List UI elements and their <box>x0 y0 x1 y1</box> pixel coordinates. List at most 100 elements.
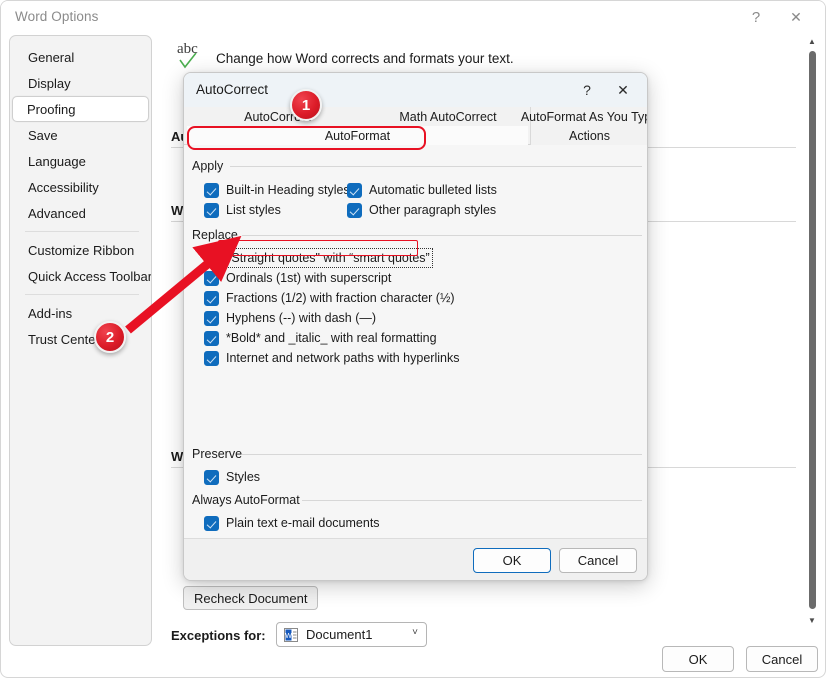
tab-actions[interactable]: Actions <box>530 126 648 145</box>
annotation-badge-2: 2 <box>94 321 126 353</box>
abc-icon-label: abc <box>177 41 198 58</box>
checkbox-icon[interactable] <box>204 251 219 266</box>
word-options-title: Word Options <box>15 9 99 24</box>
checkbox-internet-paths[interactable]: Internet and network paths with hyperlin… <box>204 349 459 367</box>
sidebar-item-language[interactable]: Language <box>13 148 148 174</box>
checkbox-icon[interactable] <box>347 203 362 218</box>
tab-autoformat-as-you-type[interactable]: AutoFormat As You Type <box>530 107 648 126</box>
checkbox-other-paragraph-styles[interactable]: Other paragraph styles <box>347 201 496 219</box>
help-icon[interactable]: ? <box>575 79 599 101</box>
sidebar-divider <box>25 294 139 295</box>
group-replace-header: Replace <box>192 228 642 242</box>
exceptions-for-dropdown[interactable]: W Document1 ˅ <box>276 622 427 647</box>
group-rule <box>242 454 642 455</box>
group-always-autoformat-label: Always AutoFormat <box>192 493 306 507</box>
sidebar-item-customize-ribbon[interactable]: Customize Ribbon <box>13 237 148 263</box>
group-apply-label: Apply <box>192 159 229 173</box>
sidebar-item-label: General <box>28 50 74 65</box>
scroll-up-icon[interactable]: ▲ <box>805 35 819 48</box>
chevron-down-icon[interactable]: ˅ <box>412 627 418 638</box>
checkbox-icon[interactable] <box>347 183 362 198</box>
group-rule <box>302 500 642 501</box>
checkbox-ordinals[interactable]: Ordinals (1st) with superscript <box>204 269 391 287</box>
checkbox-label: Styles <box>226 470 260 484</box>
autocorrect-cancel-button[interactable]: Cancel <box>559 548 637 573</box>
checkbox-icon[interactable] <box>204 271 219 286</box>
sidebar-item-trust-center[interactable]: Trust Center <box>13 326 148 352</box>
scrollbar-thumb[interactable] <box>809 51 816 609</box>
checkbox-icon[interactable] <box>204 351 219 366</box>
sidebar-item-quick-access-toolbar[interactable]: Quick Access Toolbar <box>13 263 148 289</box>
sidebar-item-label: Add-ins <box>28 306 72 321</box>
checkbox-label: Automatic bulleted lists <box>369 183 497 197</box>
checkbox-label: Plain text e-mail documents <box>226 516 380 530</box>
word-document-icon: W <box>283 627 299 643</box>
group-preserve-label: Preserve <box>192 447 248 461</box>
checkbox-plain-text-email[interactable]: Plain text e-mail documents <box>204 514 380 532</box>
group-replace-label: Replace <box>192 228 244 242</box>
ok-label: OK <box>689 652 708 667</box>
tab-autoformat[interactable]: AutoFormat <box>187 126 528 145</box>
sidebar-item-label: Customize Ribbon <box>28 243 134 258</box>
sidebar-top-spacer <box>10 36 151 44</box>
checkbox-hyphens[interactable]: Hyphens (--) with dash (—) <box>204 309 376 327</box>
scroll-down-icon[interactable]: ▼ <box>805 614 819 627</box>
checkbox-icon[interactable] <box>204 311 219 326</box>
checkbox-label: Ordinals (1st) with superscript <box>226 271 391 285</box>
svg-text:W: W <box>285 633 292 640</box>
main-pane-scrollbar[interactable]: ▲ ▼ <box>805 35 819 627</box>
tab-label: AutoFormat As You Type <box>521 110 648 124</box>
sidebar-item-label: Language <box>28 154 86 169</box>
help-icon[interactable]: ? <box>741 5 771 29</box>
checkbox-icon[interactable] <box>204 331 219 346</box>
sidebar-item-save[interactable]: Save <box>13 122 148 148</box>
checkbox-icon[interactable] <box>204 470 219 485</box>
sidebar-item-label: Quick Access Toolbar <box>28 269 152 284</box>
autocorrect-dialog: AutoCorrect ? ✕ AutoCorrect Math AutoCor… <box>183 72 648 581</box>
checkbox-icon[interactable] <box>204 291 219 306</box>
tab-label: Math AutoCorrect <box>399 110 496 124</box>
checkbox-label: Fractions (1/2) with fraction character … <box>226 291 455 305</box>
tab-math-autocorrect[interactable]: Math AutoCorrect <box>368 107 528 126</box>
checkbox-icon[interactable] <box>204 516 219 531</box>
sidebar-item-proofing[interactable]: Proofing <box>12 96 149 122</box>
close-icon[interactable]: ✕ <box>781 5 811 29</box>
checkbox-list-styles[interactable]: List styles <box>204 201 281 219</box>
ok-label: OK <box>503 553 522 568</box>
checkbox-icon[interactable] <box>204 203 219 218</box>
tab-autocorrect[interactable]: AutoCorrect <box>187 107 368 126</box>
sidebar-item-general[interactable]: General <box>13 44 148 70</box>
word-options-cancel-button[interactable]: Cancel <box>746 646 818 672</box>
checkbox-fractions[interactable]: Fractions (1/2) with fraction character … <box>204 289 455 307</box>
checkbox-straight-quotes[interactable]: "Straight quotes" with “smart quotes” <box>204 249 433 267</box>
checkbox-label: Internet and network paths with hyperlin… <box>226 351 459 365</box>
sidebar-item-label: Display <box>28 76 71 91</box>
exceptions-for-label: Exceptions for: <box>171 628 266 643</box>
tab-label: Actions <box>569 129 610 143</box>
sidebar-item-display[interactable]: Display <box>13 70 148 96</box>
word-options-ok-button[interactable]: OK <box>662 646 734 672</box>
tab-label: AutoFormat <box>325 129 390 143</box>
badge-number: 2 <box>106 329 114 346</box>
bg-heading-when-correcting-2: W <box>171 449 183 464</box>
checkbox-styles[interactable]: Styles <box>204 468 260 486</box>
recheck-document-label: Recheck Document <box>194 591 307 606</box>
word-options-sidebar: General Display Proofing Save Language A… <box>9 35 152 646</box>
group-apply-header: Apply <box>192 159 642 173</box>
checkbox-bold-italic[interactable]: *Bold* and _italic_ with real formatting <box>204 329 437 347</box>
autocorrect-titlebar: AutoCorrect ? ✕ <box>184 73 647 107</box>
checkbox-icon[interactable] <box>204 183 219 198</box>
badge-number: 1 <box>302 97 310 114</box>
close-icon[interactable]: ✕ <box>611 79 635 101</box>
checkbox-automatic-bulleted-lists[interactable]: Automatic bulleted lists <box>347 181 497 199</box>
sidebar-item-advanced[interactable]: Advanced <box>13 200 148 226</box>
sidebar-item-accessibility[interactable]: Accessibility <box>13 174 148 200</box>
sidebar-item-add-ins[interactable]: Add-ins <box>13 300 148 326</box>
annotation-badge-1: 1 <box>290 89 322 121</box>
autocorrect-ok-button[interactable]: OK <box>473 548 551 573</box>
checkbox-builtin-heading-styles[interactable]: Built-in Heading styles <box>204 181 350 199</box>
checkbox-label: Built-in Heading styles <box>226 183 350 197</box>
autocorrect-dialog-body: Apply Built-in Heading styles Automatic … <box>184 145 648 540</box>
recheck-document-button[interactable]: Recheck Document <box>183 586 318 610</box>
sidebar-item-label: Accessibility <box>28 180 99 195</box>
